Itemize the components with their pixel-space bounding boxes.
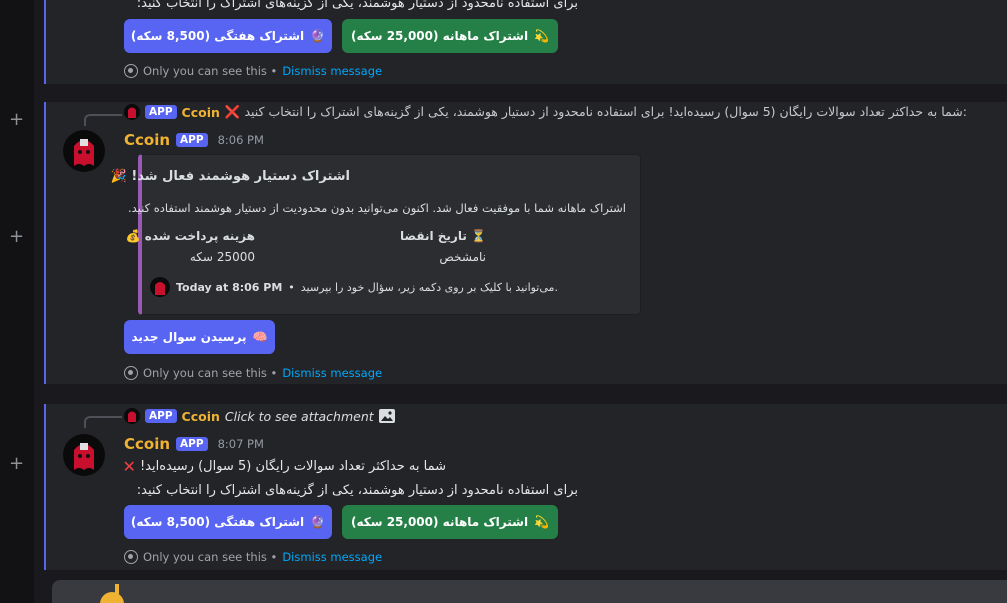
reply-text: ❌ شما به حداکثر تعداد سوالات رایگان (5 س… <box>224 104 967 119</box>
reply-username[interactable]: Ccoin <box>182 409 220 424</box>
bot-avatar[interactable] <box>63 434 105 476</box>
choose-text: برای استفاده نامحدود از دستیار هوشمند، ی… <box>136 483 578 498</box>
composer-emoji-icon[interactable] <box>98 582 126 603</box>
monthly-subscription-button[interactable]: اشتراک ماهانه (25,000 سکه) 💫 <box>342 19 558 53</box>
reply-username[interactable]: Ccoin <box>182 105 220 120</box>
ephemeral-note: Only you can see this • Dismiss message <box>124 64 382 78</box>
cross-mark-icon: ✕ <box>122 457 136 476</box>
bot-avatar[interactable] <box>63 130 105 172</box>
reply-preview[interactable]: APP Ccoin ❌ شما به حداکثر تعداد سوالات ر… <box>124 104 967 120</box>
dismiss-message-link[interactable]: Dismiss message <box>282 550 382 564</box>
message-composer[interactable] <box>52 580 1007 603</box>
add-icon[interactable]: + <box>9 228 24 246</box>
footer-avatar-icon <box>150 277 170 297</box>
weekly-subscription-button[interactable]: اشتراک هفتگی (8,500 سکه) 🔮 <box>124 505 332 539</box>
embed-field-cost-name: هزینه پرداخت شده 💰 <box>125 229 255 243</box>
ephemeral-note: Only you can see this • Dismiss message <box>124 550 382 564</box>
hourglass-icon: ⏳ <box>471 229 486 243</box>
app-badge: APP <box>145 105 177 119</box>
app-badge: APP <box>176 437 208 451</box>
ephemeral-note: Only you can see this • Dismiss message <box>124 366 382 380</box>
party-popper-icon: 🎉 <box>110 169 127 184</box>
dismiss-message-link[interactable]: Dismiss message <box>282 366 382 380</box>
bot-avatar-icon <box>124 408 140 424</box>
reply-preview[interactable]: APP Ccoin Click to see attachment <box>124 408 395 424</box>
app-badge: APP <box>145 409 177 423</box>
reply-connector <box>84 114 122 126</box>
message-header: Ccoin APP 8:06 PM <box>124 131 264 149</box>
timestamp: 8:06 PM <box>217 133 264 147</box>
message-3: APP Ccoin Click to see attachment Ccoin … <box>44 404 1007 570</box>
left-gutter <box>0 0 34 603</box>
dizzy-star-icon: 💫 <box>534 515 550 529</box>
embed-description: اشتراک ماهانه شما با موفقیت فعال شد. اکن… <box>128 201 626 215</box>
reply-text[interactable]: Click to see attachment <box>225 409 374 424</box>
embed-title: اشتراک دستیار هوشمند فعال شد! 🎉 <box>110 169 350 184</box>
ask-new-question-button[interactable]: پرسیدن سوال جدید 🧠 <box>124 320 275 354</box>
username[interactable]: Ccoin <box>124 131 170 149</box>
bot-avatar-icon <box>124 104 140 120</box>
username[interactable]: Ccoin <box>124 435 170 453</box>
message-2: APP Ccoin ❌ شما به حداکثر تعداد سوالات ر… <box>44 102 1007 384</box>
weekly-subscription-button[interactable]: اشتراک هفتگی (8,500 سکه) 🔮 <box>124 19 332 53</box>
limit-text: شما به حداکثر تعداد سوالات رایگان (5 سوا… <box>122 457 446 476</box>
eye-icon <box>124 64 138 78</box>
embed-field-expiry-value: نامشخص <box>439 250 486 264</box>
crystal-ball-icon: 🔮 <box>310 515 326 529</box>
message-1: برای استفاده نامحدود از دستیار هوشمند، ی… <box>44 0 1007 84</box>
monthly-subscription-button[interactable]: اشتراک ماهانه (25,000 سکه) 💫 <box>342 505 558 539</box>
image-icon <box>378 409 395 423</box>
embed-field-cost-value: 25000 سکه <box>189 250 255 264</box>
timestamp: 8:07 PM <box>217 437 264 451</box>
subscription-embed: اشتراک دستیار هوشمند فعال شد! 🎉 اشتراک م… <box>111 154 641 315</box>
eye-icon <box>124 550 138 564</box>
reply-connector <box>84 416 122 428</box>
add-icon[interactable]: + <box>9 455 24 473</box>
eye-icon <box>124 366 138 380</box>
dismiss-message-link[interactable]: Dismiss message <box>282 64 382 78</box>
embed-field-expiry-name: ⏳ تاریخ انقضا <box>400 229 486 243</box>
dizzy-star-icon: 💫 <box>534 29 550 43</box>
embed-footer: Today at 8:06 PM • می‌توانید با کلیک بر … <box>150 277 558 297</box>
message-header: Ccoin APP 8:07 PM <box>124 435 264 453</box>
add-icon[interactable]: + <box>9 111 24 129</box>
money-bag-icon: 💰 <box>125 229 141 243</box>
app-badge: APP <box>176 133 208 147</box>
message-text: برای استفاده نامحدود از دستیار هوشمند، ی… <box>136 0 578 11</box>
crystal-ball-icon: 🔮 <box>310 29 326 43</box>
brain-icon: 🧠 <box>252 330 268 344</box>
